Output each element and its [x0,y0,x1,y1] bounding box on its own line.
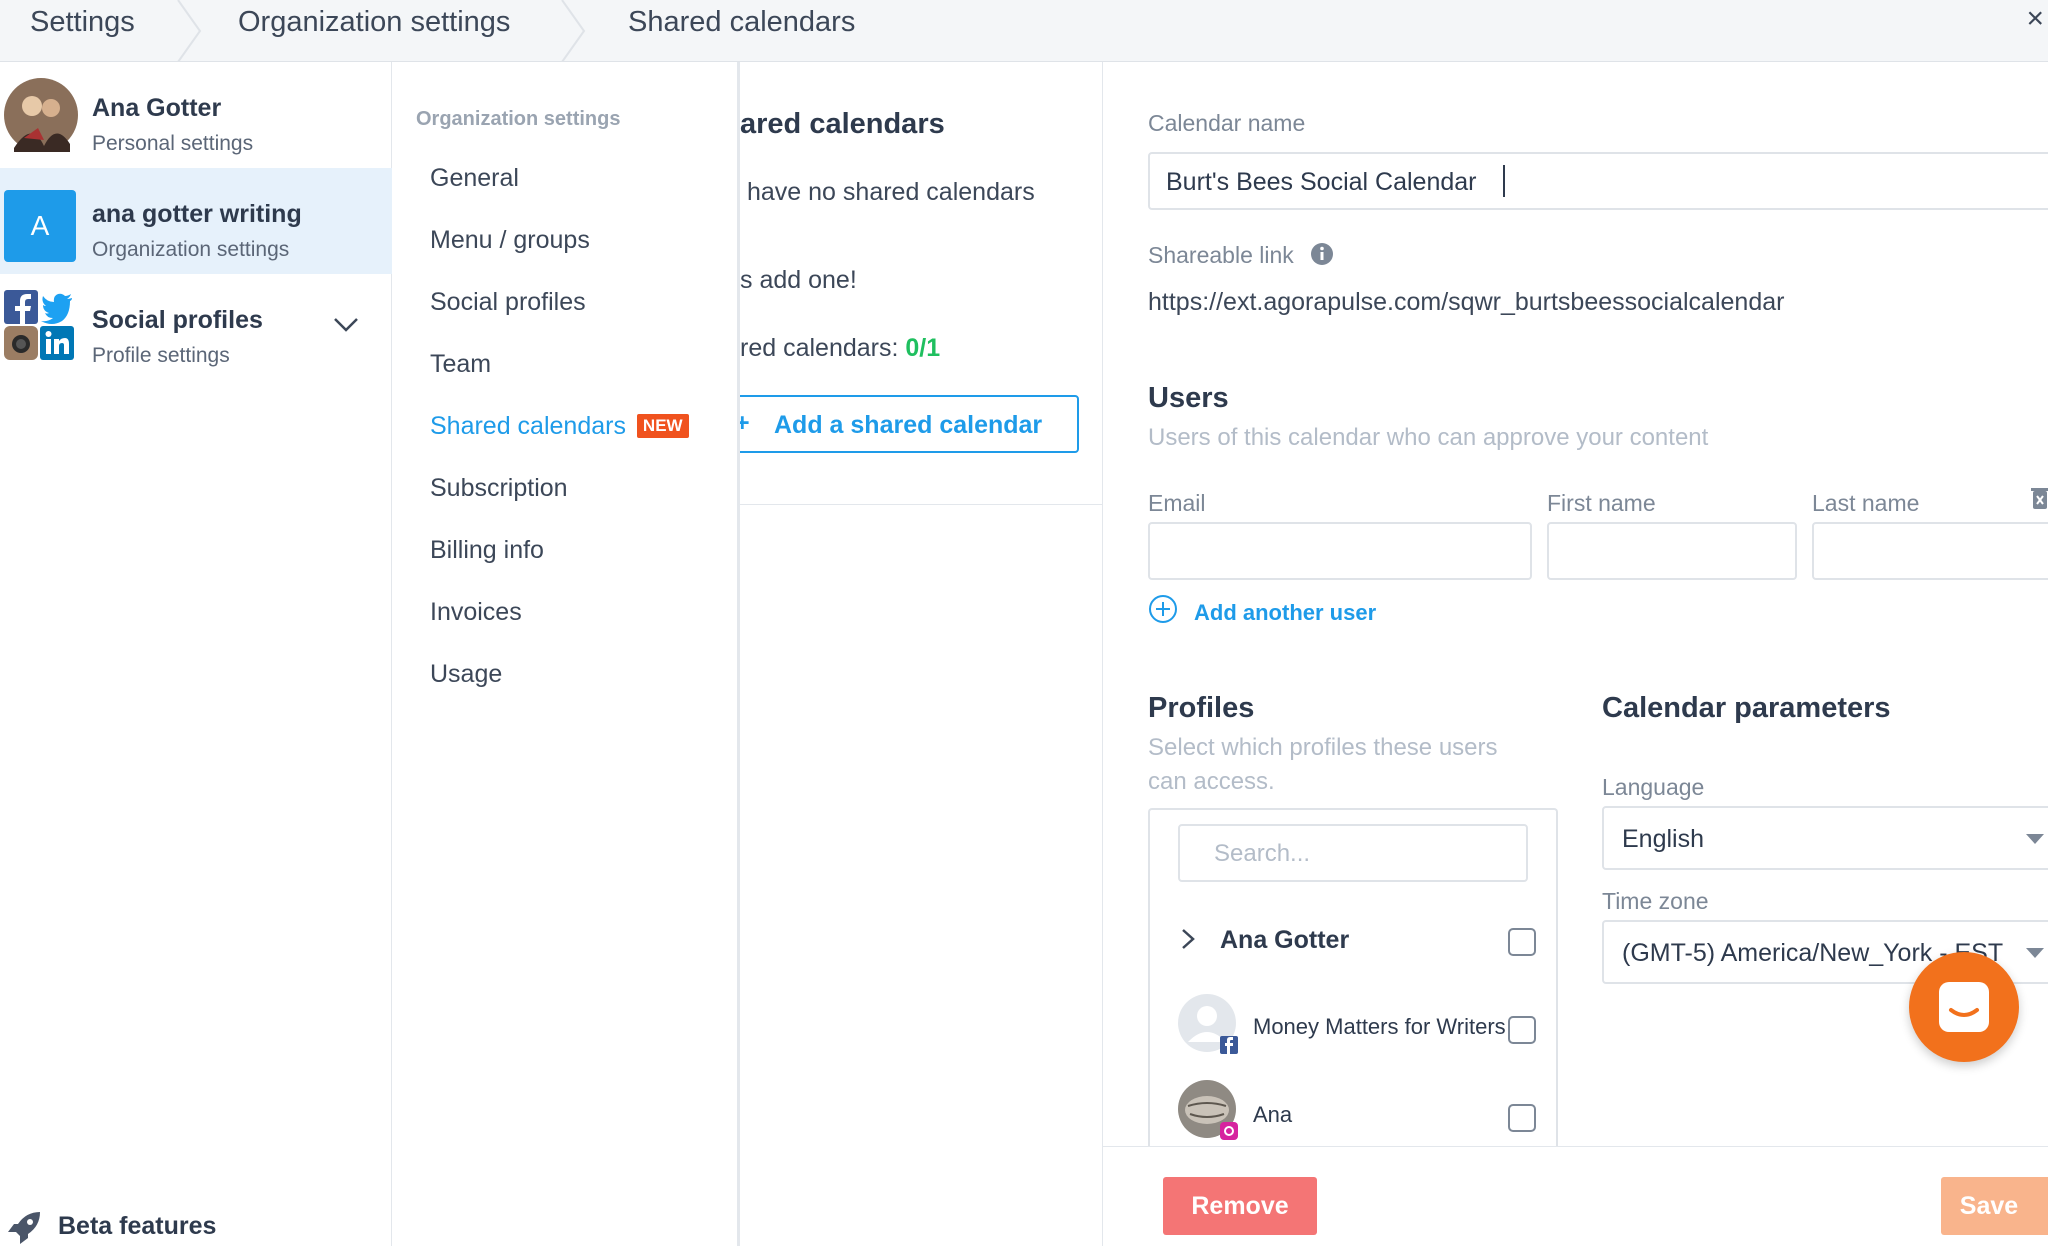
empty-state-text: have no shared calendars [747,178,1035,206]
nav-item-team[interactable]: Team [430,350,491,379]
calendar-name-label: Calendar name [1148,110,1306,136]
nav-section-title: Organization settings [416,108,621,130]
first-name-label: First name [1547,490,1656,516]
info-icon[interactable] [1310,242,1334,266]
account-sidebar: Ana Gotter Personal settings A ana gotte… [0,62,392,1246]
first-name-field[interactable] [1547,522,1797,580]
user-avatar [4,78,78,152]
account-item-social-profiles[interactable]: Social profiles Profile settings [0,274,392,380]
text-cursor [1503,165,1505,197]
calendar-count-value: 0/1 [905,334,941,362]
close-icon[interactable]: × [2026,2,2044,36]
add-circle-icon [1149,595,1177,623]
add-shared-calendar-button[interactable]: + Add a shared calendar [740,395,1079,453]
nav-item-shared-calendars[interactable]: Shared calendars NEW [430,412,689,441]
facebook-icon [4,290,38,324]
profile-avatar [1178,1080,1238,1140]
account-item-organization[interactable]: A ana gotter writing Organization settin… [0,168,392,274]
email-label: Email [1148,490,1206,516]
plus-icon: + [740,409,750,438]
breadcrumb-settings[interactable]: Settings [30,0,135,62]
language-label: Language [1602,774,1705,800]
profiles-subtitle-continued: can access. [1148,768,1275,795]
nav-item-social-profiles[interactable]: Social profiles [430,288,586,317]
profile-name: Money Matters for Writers [1253,1014,1506,1039]
calendar-name-value: Burt's Bees Social Calendar [1166,168,1477,196]
profile-group-checkbox[interactable] [1508,928,1536,956]
shareable-link-label: Shareable link [1148,242,1294,268]
beta-features-link[interactable]: Beta features [0,1206,392,1246]
account-subtitle: Personal settings [92,132,254,155]
panel-title: ared calendars [740,108,945,140]
add-another-user-link[interactable]: Add another user [1148,592,1408,632]
profile-name: Ana [1253,1102,1293,1127]
caret-down-icon [2026,834,2044,844]
nav-item-usage[interactable]: Usage [430,660,502,689]
calendar-count-label: red calendars: [740,334,899,362]
trash-icon[interactable] [2030,486,2048,510]
shared-calendars-list-panel: ared calendars have no shared calendars … [740,62,1103,1246]
profile-avatar [1178,994,1238,1054]
profiles-title: Profiles [1148,692,1255,724]
caret-down-icon [2026,948,2044,958]
account-subtitle: Organization settings [92,238,290,261]
breadcrumb-separator-icon [177,0,202,62]
last-name-label: Last name [1812,490,1920,516]
language-value: English [1622,825,1704,853]
linkedin-icon [40,326,74,360]
twitter-icon [41,293,72,324]
chevron-right-icon[interactable] [1180,928,1196,950]
profile-search-input[interactable]: Search... [1178,824,1528,882]
timezone-label: Time zone [1602,888,1709,914]
instagram-icon [4,326,38,360]
account-item-personal[interactable]: Ana Gotter Personal settings [0,62,392,168]
chat-launcher-button[interactable] [1909,952,2019,1062]
nav-item-billing-info[interactable]: Billing info [430,536,544,565]
add-another-user-label: Add another user [1194,600,1377,625]
add-shared-calendar-label: Add a shared calendar [774,411,1043,439]
shareable-link-value[interactable]: https://ext.agorapulse.com/sqwr_burtsbee… [1148,288,1784,317]
nav-item-general[interactable]: General [430,164,519,193]
nav-item-invoices[interactable]: Invoices [430,598,522,627]
nav-item-menu-groups[interactable]: Menu / groups [430,226,590,255]
profiles-subtitle: Select which profiles these users [1148,734,1498,761]
rocket-icon [8,1212,40,1244]
nav-item-label: Shared calendars [430,412,626,440]
breadcrumb: Settings Organization settings Shared ca… [0,0,2048,62]
users-title: Users [1148,382,1229,414]
breadcrumb-separator-icon [561,0,586,62]
last-name-field[interactable] [1812,522,2048,580]
chevron-down-icon[interactable] [333,316,359,334]
account-name: ana gotter writing [92,200,302,228]
save-button[interactable]: Save [1941,1177,2048,1235]
users-subtitle: Users of this calendar who can approve y… [1148,424,1709,451]
email-field[interactable] [1148,522,1532,580]
nav-item-subscription[interactable]: Subscription [430,474,568,503]
account-name: Ana Gotter [92,94,222,122]
profile-checkbox[interactable] [1508,1104,1536,1132]
breadcrumb-organization-settings[interactable]: Organization settings [238,0,510,62]
remove-button[interactable]: Remove [1163,1177,1317,1235]
calendar-name-input[interactable]: Burt's Bees Social Calendar [1148,152,2048,210]
organization-settings-nav: Organization settings General Menu / gro… [392,62,740,1246]
new-badge: NEW [636,414,689,438]
search-placeholder: Search... [1214,840,1311,867]
empty-state-prompt: s add one! [740,266,857,294]
account-name: Social profiles [92,306,263,334]
calendar-parameters-title: Calendar parameters [1602,692,1891,724]
calendar-editor-panel: Calendar name Burt's Bees Social Calenda… [1103,62,2048,1246]
divider [740,504,1102,505]
organization-avatar: A [4,190,76,262]
calendar-count: red calendars: 0/1 [740,334,940,363]
profile-group-name: Ana Gotter [1220,926,1350,954]
chat-icon [1939,982,1989,1032]
account-subtitle: Profile settings [92,344,230,367]
profile-checkbox[interactable] [1508,1016,1536,1044]
beta-features-label: Beta features [58,1212,217,1240]
language-select[interactable]: English [1602,806,2048,870]
breadcrumb-shared-calendars: Shared calendars [628,6,856,38]
editor-footer: Remove Save [1103,1146,2048,1246]
